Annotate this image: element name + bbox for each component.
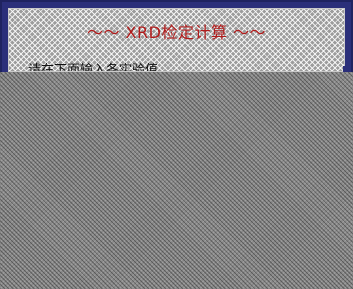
input-instructions: 请在下面输入各实验值 [28,63,159,72]
title-panel: ～～ XRD检定计算 ～～ 请在下面输入各实验值 [8,8,345,72]
content-overlay [0,72,353,289]
app-window-frame: ～～ XRD检定计算 ～～ 请在下面输入各实验值 [0,0,353,74]
page-title: ～～ XRD检定计算 ～～ [86,23,267,42]
